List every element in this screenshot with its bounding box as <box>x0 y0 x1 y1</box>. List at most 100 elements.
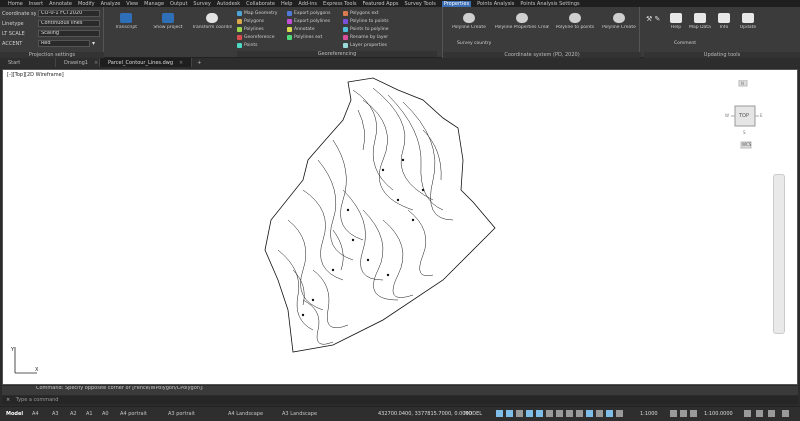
selection-cycling-icon[interactable] <box>576 410 583 417</box>
menu-points-analysis[interactable]: Points Analysis <box>477 1 514 7</box>
georeference-tool[interactable]: Georeference <box>237 34 275 41</box>
menu-view[interactable]: View <box>126 1 138 7</box>
workspace-icon[interactable] <box>670 410 677 417</box>
isolate-objects-icon[interactable] <box>744 410 751 417</box>
chevron-down-icon[interactable]: ▾ <box>92 40 95 47</box>
menu-annotate[interactable]: Annotate <box>49 1 72 7</box>
export-polylines-tool[interactable]: Export polylines <box>287 18 330 25</box>
close-icon[interactable]: × <box>94 60 98 66</box>
lt-scale-field[interactable]: Scaling <box>38 30 100 37</box>
help-icon <box>670 13 682 23</box>
transform-coordinates-button[interactable]: Transform coordinates <box>192 13 232 30</box>
menu-modify[interactable]: Modify <box>78 1 95 7</box>
polar-icon[interactable] <box>526 410 533 417</box>
layout-tab-model[interactable]: Model <box>6 410 23 418</box>
close-icon[interactable]: × <box>6 397 10 403</box>
close-icon[interactable]: × <box>179 60 183 66</box>
polygons-tool[interactable]: Polygons <box>237 18 264 25</box>
map-geometry-tool[interactable]: Map Geometry <box>237 10 277 17</box>
drawing-canvas[interactable]: [-][Top][2D Wireframe] TOP N S W E WCS Y… <box>2 69 798 385</box>
polyline-to-points-tool[interactable]: Polyline to points <box>343 18 389 25</box>
menu-express-tools[interactable]: Express Tools <box>323 1 356 7</box>
dynamic-ucs-icon[interactable] <box>596 410 603 417</box>
new-tab-button[interactable]: + <box>192 58 206 67</box>
annotation-monitor-icon[interactable] <box>680 410 687 417</box>
menu-manage[interactable]: Manage <box>144 1 164 7</box>
tab-start[interactable]: Start <box>0 58 56 67</box>
layout-tab-a3-landscape[interactable]: A3 Landscape <box>282 410 317 418</box>
ortho-icon[interactable] <box>516 410 523 417</box>
hardware-acceleration-icon[interactable] <box>756 410 763 417</box>
menu-insert[interactable]: Insert <box>29 1 43 7</box>
show-project-button[interactable]: Show project <box>150 13 186 30</box>
wcs-label[interactable]: WCS <box>742 142 751 147</box>
polygon-icon <box>237 19 242 24</box>
export-polygons-tool[interactable]: Export polygons <box>287 10 331 17</box>
transparency-icon[interactable] <box>566 410 573 417</box>
linetype-select[interactable]: Continuous lines <box>38 20 100 27</box>
transcript-button[interactable]: Transcript <box>108 13 144 30</box>
menu-survey[interactable]: Survey <box>193 1 210 7</box>
snap-icon[interactable] <box>506 410 513 417</box>
tab-drawing1[interactable]: Drawing1 × <box>56 58 100 67</box>
menu-autodesk[interactable]: Autodesk <box>217 1 240 7</box>
clean-screen-icon[interactable] <box>768 410 775 417</box>
layout-tab-a1[interactable]: A1 <box>86 410 93 418</box>
menu-featured-apps[interactable]: Featured Apps <box>362 1 398 7</box>
points-tool[interactable]: Points <box>237 42 258 49</box>
menu-home[interactable]: Home <box>8 1 23 7</box>
lineweight-icon[interactable] <box>556 410 563 417</box>
points-to-polyline-tool[interactable]: Points to polyline <box>343 26 389 33</box>
menu-analyze[interactable]: Analyze <box>101 1 121 7</box>
tool-label: Map Data <box>689 25 711 30</box>
annotate-tool[interactable]: Annotate <box>287 26 315 33</box>
menu-output[interactable]: Output <box>170 1 187 7</box>
layout-tab-a0[interactable]: A0 <box>102 410 109 418</box>
menu-help[interactable]: Help <box>281 1 292 7</box>
polylines-tool[interactable]: Polylines <box>237 26 264 33</box>
viewcube[interactable]: TOP N S W E WCS <box>725 79 765 150</box>
model-space-label[interactable]: MODEL <box>464 410 482 418</box>
menu-survey-tools[interactable]: Survey Tools <box>405 1 436 7</box>
layout-tab-a4-portrait[interactable]: A4 portrait <box>120 410 147 418</box>
updating-tools-panel: ⚒ ✎ Help Map Data Info Update Comment Up… <box>644 7 800 58</box>
customization-menu-icon[interactable] <box>782 410 789 417</box>
drawing-scale[interactable]: 1:100.0000 <box>704 410 733 418</box>
osnap-icon[interactable] <box>536 410 543 417</box>
polyline-create-button[interactable]: Polyline Create <box>447 13 491 30</box>
grid-icon[interactable] <box>496 410 503 417</box>
accent-color-select[interactable]: Red <box>38 40 90 47</box>
command-input[interactable]: × Type a command <box>2 396 798 404</box>
units-icon[interactable] <box>690 410 697 417</box>
gizmo-icon[interactable] <box>616 410 623 417</box>
tool-label: Rename by layer <box>350 35 389 40</box>
layout-tab-a2[interactable]: A2 <box>70 410 77 418</box>
layout-tab-a4-landscape[interactable]: A4 Landscape <box>228 410 263 418</box>
update-button[interactable]: Update <box>736 13 760 30</box>
layout-tab-a3-portrait[interactable]: A3 portrait <box>168 410 195 418</box>
map-data-button[interactable]: Map Data <box>688 13 712 30</box>
navigation-bar[interactable] <box>773 174 785 334</box>
help-button[interactable]: Help <box>666 13 686 30</box>
menu-points-analysis-settings[interactable]: Points Analysis Settings <box>520 1 579 7</box>
menu-collaborate[interactable]: Collaborate <box>246 1 275 7</box>
menu-properties[interactable]: Properties <box>441 0 472 7</box>
layer-properties-tool[interactable]: Layer properties <box>343 42 387 49</box>
info-button[interactable]: Info <box>714 13 734 30</box>
layout-tab-a3[interactable]: A3 <box>52 410 59 418</box>
polygons-ext-tool[interactable]: Polygons ext <box>343 10 379 17</box>
polyline-properties-create-button[interactable]: Polyline Properties Create <box>495 13 549 30</box>
annotation-visibility-icon[interactable] <box>586 410 593 417</box>
tab-active-drawing[interactable]: Parcel_Contour_Lines.dwg × <box>100 58 193 67</box>
coordinate-system-select[interactable]: CO-0-1 FCI 2020 <box>38 10 100 17</box>
polyline-create-2-button[interactable]: Polyline Create <box>599 13 639 30</box>
polyline-to-points-button[interactable]: Polyline to points <box>553 13 597 30</box>
rename-by-layer-tool[interactable]: Rename by layer <box>343 34 388 41</box>
layout-tab-a4[interactable]: A4 <box>32 410 39 418</box>
annotation-scale[interactable]: 1:1000 <box>640 410 658 418</box>
otrack-icon[interactable] <box>546 410 553 417</box>
polylines-ext-tool[interactable]: Polylines ext <box>287 34 322 41</box>
menu-add-ins[interactable]: Add-ins <box>298 1 317 7</box>
selection-filter-icon[interactable] <box>606 410 613 417</box>
tool-label: Transform coordinates <box>192 25 232 30</box>
